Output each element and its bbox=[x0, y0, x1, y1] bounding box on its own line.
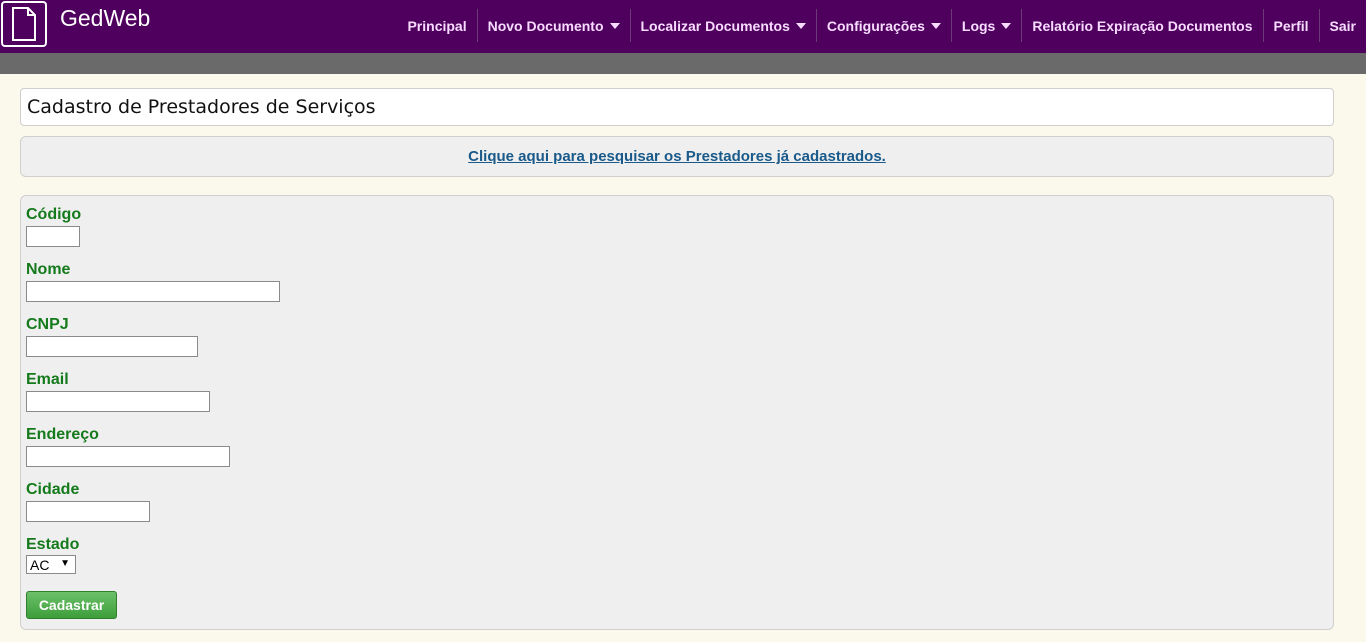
endereco-label: Endereço bbox=[26, 426, 99, 443]
nav-principal[interactable]: Principal bbox=[397, 9, 476, 42]
cidade-input[interactable] bbox=[26, 501, 150, 522]
cnpj-label: CNPJ bbox=[26, 316, 69, 333]
nav-logs-label: Logs bbox=[961, 17, 996, 34]
nav-sair-label: Sair bbox=[1329, 17, 1356, 34]
caret-down-icon bbox=[930, 22, 941, 29]
estado-select[interactable]: AC ▼ bbox=[26, 555, 76, 574]
nav-logs[interactable]: Logs bbox=[950, 9, 1021, 42]
provider-form: Código Nome CNPJ Email Endereço Cidade E… bbox=[20, 195, 1334, 630]
cidade-label: Cidade bbox=[26, 481, 80, 498]
estado-label: Estado bbox=[26, 536, 80, 553]
caret-down-icon bbox=[1001, 22, 1012, 29]
document-logo-icon[interactable] bbox=[1, 1, 47, 47]
page-title: Cadastro de Prestadores de Serviços bbox=[27, 96, 376, 118]
codigo-input[interactable] bbox=[26, 226, 80, 247]
search-panel: Clique aqui para pesquisar os Prestadore… bbox=[20, 136, 1334, 177]
codigo-label: Código bbox=[26, 206, 82, 223]
nav-novo-documento[interactable]: Novo Documento bbox=[476, 9, 630, 42]
sub-header-bar bbox=[0, 53, 1366, 74]
top-navbar: GedWeb Principal Novo Documento Localiza… bbox=[0, 0, 1366, 53]
nav-configuracoes-label: Configurações bbox=[826, 17, 925, 34]
endereco-input[interactable] bbox=[26, 446, 230, 467]
nav-configuracoes[interactable]: Configurações bbox=[815, 9, 951, 42]
nav-perfil-label: Perfil bbox=[1273, 17, 1309, 34]
nav-sair[interactable]: Sair bbox=[1318, 9, 1366, 42]
caret-down-icon bbox=[609, 22, 620, 29]
search-providers-link[interactable]: Clique aqui para pesquisar os Prestadore… bbox=[468, 148, 886, 165]
nav-relatorio-expiracao-label: Relatório Expiração Documentos bbox=[1032, 17, 1253, 34]
dropdown-arrow-icon: ▼ bbox=[60, 558, 70, 569]
nav-localizar-documentos[interactable]: Localizar Documentos bbox=[629, 9, 816, 42]
email-input[interactable] bbox=[26, 391, 210, 412]
nav-principal-label: Principal bbox=[407, 17, 467, 34]
nav-perfil[interactable]: Perfil bbox=[1262, 9, 1319, 42]
brand-name[interactable]: GedWeb bbox=[60, 5, 150, 32]
nav-localizar-documentos-label: Localizar Documentos bbox=[640, 17, 790, 34]
caret-down-icon bbox=[795, 22, 806, 29]
nome-input[interactable] bbox=[26, 281, 280, 302]
email-label: Email bbox=[26, 371, 69, 388]
nome-label: Nome bbox=[26, 261, 71, 278]
nav-novo-documento-label: Novo Documento bbox=[487, 17, 604, 34]
main-menu: Principal Novo Documento Localizar Docum… bbox=[397, 9, 1366, 42]
title-panel: Cadastro de Prestadores de Serviços bbox=[20, 88, 1334, 126]
estado-selected-value: AC bbox=[30, 556, 50, 573]
nav-relatorio-expiracao[interactable]: Relatório Expiração Documentos bbox=[1021, 9, 1262, 42]
cnpj-input[interactable] bbox=[26, 336, 198, 357]
cadastrar-button[interactable]: Cadastrar bbox=[26, 591, 117, 619]
